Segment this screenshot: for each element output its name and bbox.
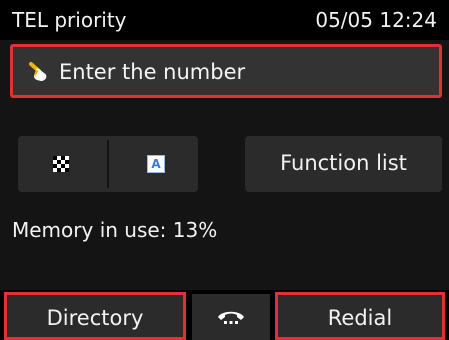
mode-button-group: A xyxy=(18,136,198,192)
checker-mode-button[interactable] xyxy=(18,136,107,192)
receive-mode-label: TEL priority xyxy=(12,8,127,32)
directory-label: Directory xyxy=(46,306,144,330)
hand-pointer-icon xyxy=(29,62,47,81)
on-hook-button[interactable] xyxy=(192,294,270,340)
function-list-label: Function list xyxy=(280,151,407,175)
redial-button[interactable]: Redial xyxy=(275,292,445,340)
status-bar: TEL priority 05/05 12:24 xyxy=(0,0,449,40)
fax-screen: TEL priority 05/05 12:24 Enter the numbe… xyxy=(0,0,449,340)
phone-hook-icon xyxy=(218,311,244,324)
text-mode-button[interactable]: A xyxy=(109,136,198,192)
date-time: 05/05 12:24 xyxy=(315,8,437,32)
enter-number-label: Enter the number xyxy=(59,60,246,84)
function-list-button[interactable]: Function list xyxy=(245,136,442,192)
text-mode-icon: A xyxy=(147,155,165,173)
redial-label: Redial xyxy=(327,306,393,330)
checker-pattern-icon xyxy=(53,156,69,172)
directory-button[interactable]: Directory xyxy=(4,292,186,340)
memory-status: Memory in use: 13% xyxy=(12,218,218,242)
enter-number-field[interactable]: Enter the number xyxy=(10,44,442,98)
